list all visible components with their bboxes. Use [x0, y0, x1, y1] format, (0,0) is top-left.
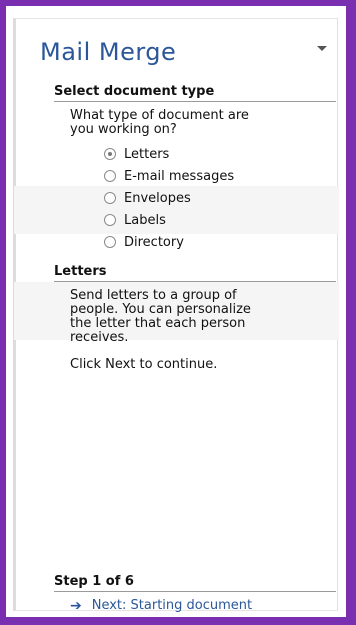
question-text-line1: What type of document are — [70, 108, 249, 123]
section-heading-letters: Letters — [54, 264, 107, 279]
section-divider — [54, 281, 336, 282]
step-indicator: Step 1 of 6 — [54, 574, 134, 589]
arrow-right-icon: ➔ — [70, 597, 82, 614]
radio-button[interactable] — [104, 214, 116, 226]
continue-instruction: Click Next to continue. — [70, 357, 218, 372]
chevron-down-icon[interactable] — [317, 46, 327, 51]
radio-button[interactable] — [104, 192, 116, 204]
letters-description-line1: Send letters to a group of — [70, 288, 237, 303]
letters-description-line2: people. You can personalize — [70, 302, 251, 317]
radio-option-email[interactable]: E-mail messages — [104, 168, 234, 184]
section-divider — [54, 101, 336, 102]
footer-divider — [54, 591, 336, 592]
letters-description-line4: receives. — [70, 330, 129, 345]
radio-button[interactable] — [104, 148, 116, 160]
pane-title: Mail Merge — [40, 38, 177, 66]
radio-button[interactable] — [104, 170, 116, 182]
next-step-link[interactable]: ➔ Next: Starting document — [70, 598, 252, 613]
next-step-label: Next: Starting document — [91, 598, 253, 613]
radio-option-directory[interactable]: Directory — [104, 234, 184, 250]
radio-option-labels[interactable]: Labels — [104, 212, 166, 228]
radio-label: E-mail messages — [124, 168, 235, 184]
question-text-line2: you working on? — [70, 122, 177, 137]
radio-button[interactable] — [104, 236, 116, 248]
section-heading-select-type: Select document type — [54, 84, 215, 99]
radio-label: Directory — [124, 234, 184, 250]
radio-label: Labels — [124, 212, 166, 228]
radio-option-envelopes[interactable]: Envelopes — [104, 190, 191, 206]
letters-description-line3: the letter that each person — [70, 316, 246, 331]
radio-option-letters[interactable]: Letters — [104, 146, 169, 162]
radio-label: Envelopes — [124, 190, 191, 206]
radio-label: Letters — [124, 146, 170, 162]
